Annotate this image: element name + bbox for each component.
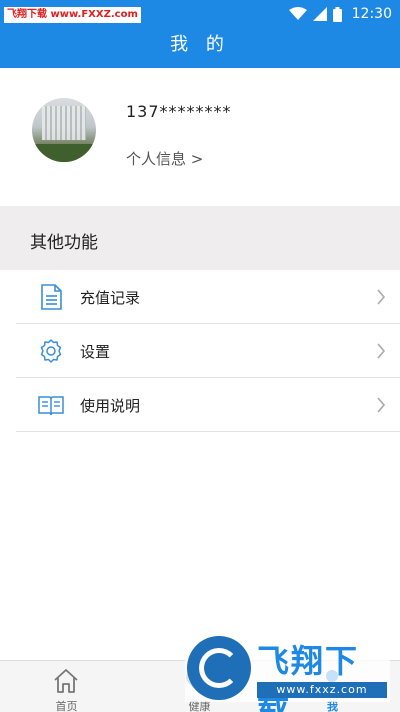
tab-home[interactable]: 首页 (0, 661, 133, 712)
avatar[interactable] (32, 98, 96, 162)
avatar-image-building (42, 106, 86, 140)
menu-item-label: 设置 (80, 343, 111, 361)
phone-number: 137******** (126, 102, 232, 121)
wifi-icon (288, 7, 307, 20)
page-title: 我 的 (0, 28, 400, 68)
signal-icon (312, 7, 327, 21)
avatar-image-ground (32, 144, 96, 162)
watermark-url: www.fxxz.com (257, 682, 387, 698)
chevron-right-icon (377, 289, 386, 305)
chevron-right-icon (377, 397, 386, 413)
menu-list: 充值记录 设置 使用说明 (0, 270, 400, 432)
watermark-text: 飞翔下载 www.FXXZ.com (4, 7, 141, 23)
gear-icon (40, 339, 62, 363)
home-icon (54, 669, 78, 693)
status-icons: 12:30 (288, 5, 392, 23)
section-header: 其他功能 (0, 206, 400, 270)
menu-item-label: 使用说明 (80, 397, 141, 415)
personal-info-link[interactable]: 个人信息 > (126, 148, 203, 169)
watermark-logo: 飞翔下载 www.fxxz.com (185, 634, 390, 712)
section-title: 其他功能 (30, 233, 98, 253)
menu-item-recharge-records[interactable]: 充值记录 (16, 270, 400, 324)
watermark-logo-ring (199, 648, 239, 688)
battery-icon (332, 6, 342, 22)
watermark-logo-icon (187, 636, 251, 700)
profile-card: 137******** 个人信息 > (0, 68, 400, 206)
status-bar: 飞翔下载 www.FXXZ.com 12:30 (0, 0, 400, 28)
book-icon (38, 396, 64, 416)
document-icon (41, 284, 62, 310)
menu-item-label: 充值记录 (80, 289, 141, 307)
chevron-right-icon (377, 343, 386, 359)
watermark-title: 飞翔下载 (257, 642, 360, 712)
menu-item-user-guide[interactable]: 使用说明 (16, 378, 400, 432)
tab-label: 首页 (55, 700, 78, 712)
menu-item-settings[interactable]: 设置 (16, 324, 400, 378)
status-time: 12:30 (351, 6, 392, 22)
